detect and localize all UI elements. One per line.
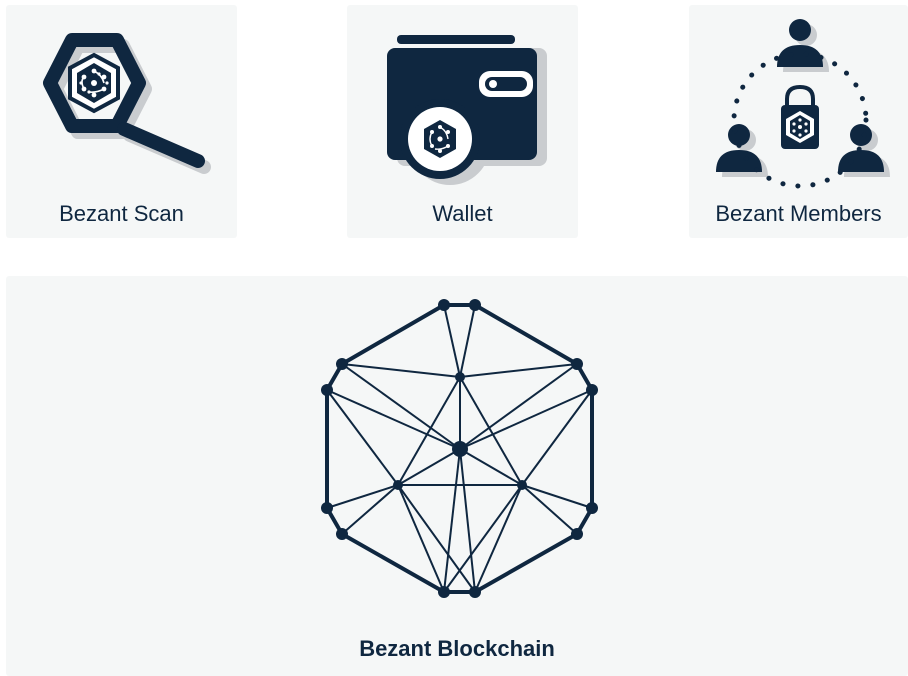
bezant-members-card[interactable]: Bezant Members bbox=[689, 5, 908, 238]
wallet-label: Wallet bbox=[432, 201, 493, 226]
magnifier-icon bbox=[43, 33, 211, 174]
bezant-scan-label: Bezant Scan bbox=[59, 201, 184, 226]
member-right-icon bbox=[850, 124, 872, 146]
wallet-card[interactable]: Wallet bbox=[347, 5, 578, 238]
bezant-scan-card[interactable]: Bezant Scan bbox=[6, 5, 237, 238]
bezant-blockchain-label: Bezant Blockchain bbox=[359, 636, 555, 661]
wallet-icon bbox=[387, 35, 547, 185]
members-icon bbox=[716, 19, 890, 189]
lock-icon bbox=[781, 84, 819, 149]
bezant-blockchain-card[interactable]: Bezant Blockchain bbox=[6, 276, 908, 676]
bezant-logo-icon bbox=[68, 52, 120, 114]
blockchain-hexagon-icon bbox=[321, 299, 598, 598]
member-top-icon bbox=[789, 19, 811, 41]
bezant-members-label: Bezant Members bbox=[715, 201, 882, 226]
